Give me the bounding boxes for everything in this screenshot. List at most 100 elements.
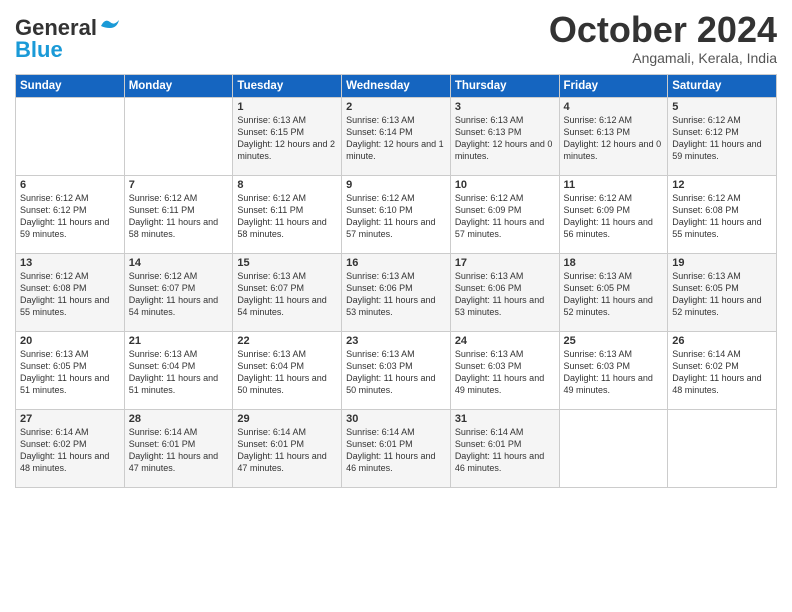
calendar-cell: 3Sunrise: 6:13 AMSunset: 6:13 PMDaylight… bbox=[450, 97, 559, 175]
cell-content: Sunrise: 6:14 AMSunset: 6:01 PMDaylight:… bbox=[346, 426, 446, 475]
cell-content: Sunrise: 6:13 AMSunset: 6:13 PMDaylight:… bbox=[455, 114, 555, 163]
day-number: 6 bbox=[20, 179, 120, 191]
calendar-cell: 26Sunrise: 6:14 AMSunset: 6:02 PMDayligh… bbox=[668, 331, 777, 409]
calendar-cell: 8Sunrise: 6:12 AMSunset: 6:11 PMDaylight… bbox=[233, 175, 342, 253]
header-row: SundayMondayTuesdayWednesdayThursdayFrid… bbox=[16, 74, 777, 97]
cell-content: Sunrise: 6:14 AMSunset: 6:01 PMDaylight:… bbox=[129, 426, 229, 475]
header-day: Sunday bbox=[16, 74, 125, 97]
logo-bird-icon bbox=[99, 18, 121, 34]
cell-content: Sunrise: 6:13 AMSunset: 6:04 PMDaylight:… bbox=[237, 348, 337, 397]
week-row: 27Sunrise: 6:14 AMSunset: 6:02 PMDayligh… bbox=[16, 409, 777, 487]
cell-content: Sunrise: 6:14 AMSunset: 6:01 PMDaylight:… bbox=[237, 426, 337, 475]
day-number: 29 bbox=[237, 413, 337, 425]
day-number: 22 bbox=[237, 335, 337, 347]
cell-content: Sunrise: 6:12 AMSunset: 6:08 PMDaylight:… bbox=[672, 192, 772, 241]
day-number: 4 bbox=[564, 101, 664, 113]
cell-content: Sunrise: 6:12 AMSunset: 6:11 PMDaylight:… bbox=[129, 192, 229, 241]
calendar-cell: 4Sunrise: 6:12 AMSunset: 6:13 PMDaylight… bbox=[559, 97, 668, 175]
day-number: 21 bbox=[129, 335, 229, 347]
day-number: 24 bbox=[455, 335, 555, 347]
header-day: Wednesday bbox=[342, 74, 451, 97]
cell-content: Sunrise: 6:14 AMSunset: 6:02 PMDaylight:… bbox=[672, 348, 772, 397]
header-day: Thursday bbox=[450, 74, 559, 97]
cell-content: Sunrise: 6:13 AMSunset: 6:05 PMDaylight:… bbox=[20, 348, 120, 397]
day-number: 8 bbox=[237, 179, 337, 191]
location: Angamali, Kerala, India bbox=[549, 50, 777, 66]
calendar-cell: 6Sunrise: 6:12 AMSunset: 6:12 PMDaylight… bbox=[16, 175, 125, 253]
cell-content: Sunrise: 6:13 AMSunset: 6:07 PMDaylight:… bbox=[237, 270, 337, 319]
day-number: 10 bbox=[455, 179, 555, 191]
calendar-cell: 24Sunrise: 6:13 AMSunset: 6:03 PMDayligh… bbox=[450, 331, 559, 409]
month-title: October 2024 bbox=[549, 10, 777, 50]
day-number: 17 bbox=[455, 257, 555, 269]
day-number: 27 bbox=[20, 413, 120, 425]
day-number: 9 bbox=[346, 179, 446, 191]
calendar-cell: 11Sunrise: 6:12 AMSunset: 6:09 PMDayligh… bbox=[559, 175, 668, 253]
calendar-table: SundayMondayTuesdayWednesdayThursdayFrid… bbox=[15, 74, 777, 488]
cell-content: Sunrise: 6:12 AMSunset: 6:12 PMDaylight:… bbox=[20, 192, 120, 241]
cell-content: Sunrise: 6:12 AMSunset: 6:07 PMDaylight:… bbox=[129, 270, 229, 319]
week-row: 20Sunrise: 6:13 AMSunset: 6:05 PMDayligh… bbox=[16, 331, 777, 409]
calendar-cell: 7Sunrise: 6:12 AMSunset: 6:11 PMDaylight… bbox=[124, 175, 233, 253]
logo: General Blue bbox=[15, 15, 121, 63]
calendar-cell: 9Sunrise: 6:12 AMSunset: 6:10 PMDaylight… bbox=[342, 175, 451, 253]
cell-content: Sunrise: 6:13 AMSunset: 6:03 PMDaylight:… bbox=[455, 348, 555, 397]
cell-content: Sunrise: 6:13 AMSunset: 6:05 PMDaylight:… bbox=[672, 270, 772, 319]
header: General Blue October 2024 Angamali, Kera… bbox=[15, 10, 777, 66]
day-number: 11 bbox=[564, 179, 664, 191]
calendar-cell: 27Sunrise: 6:14 AMSunset: 6:02 PMDayligh… bbox=[16, 409, 125, 487]
cell-content: Sunrise: 6:13 AMSunset: 6:15 PMDaylight:… bbox=[237, 114, 337, 163]
cell-content: Sunrise: 6:14 AMSunset: 6:02 PMDaylight:… bbox=[20, 426, 120, 475]
cell-content: Sunrise: 6:13 AMSunset: 6:03 PMDaylight:… bbox=[564, 348, 664, 397]
cell-content: Sunrise: 6:12 AMSunset: 6:11 PMDaylight:… bbox=[237, 192, 337, 241]
day-number: 5 bbox=[672, 101, 772, 113]
day-number: 2 bbox=[346, 101, 446, 113]
day-number: 20 bbox=[20, 335, 120, 347]
calendar-cell: 15Sunrise: 6:13 AMSunset: 6:07 PMDayligh… bbox=[233, 253, 342, 331]
header-day: Monday bbox=[124, 74, 233, 97]
day-number: 18 bbox=[564, 257, 664, 269]
calendar-cell: 30Sunrise: 6:14 AMSunset: 6:01 PMDayligh… bbox=[342, 409, 451, 487]
cell-content: Sunrise: 6:13 AMSunset: 6:06 PMDaylight:… bbox=[455, 270, 555, 319]
day-number: 3 bbox=[455, 101, 555, 113]
cell-content: Sunrise: 6:12 AMSunset: 6:13 PMDaylight:… bbox=[564, 114, 664, 163]
day-number: 26 bbox=[672, 335, 772, 347]
cell-content: Sunrise: 6:13 AMSunset: 6:14 PMDaylight:… bbox=[346, 114, 446, 163]
calendar-cell: 23Sunrise: 6:13 AMSunset: 6:03 PMDayligh… bbox=[342, 331, 451, 409]
cell-content: Sunrise: 6:13 AMSunset: 6:04 PMDaylight:… bbox=[129, 348, 229, 397]
cell-content: Sunrise: 6:13 AMSunset: 6:06 PMDaylight:… bbox=[346, 270, 446, 319]
day-number: 12 bbox=[672, 179, 772, 191]
calendar-cell bbox=[668, 409, 777, 487]
calendar-cell: 5Sunrise: 6:12 AMSunset: 6:12 PMDaylight… bbox=[668, 97, 777, 175]
day-number: 30 bbox=[346, 413, 446, 425]
cell-content: Sunrise: 6:12 AMSunset: 6:09 PMDaylight:… bbox=[455, 192, 555, 241]
day-number: 23 bbox=[346, 335, 446, 347]
cell-content: Sunrise: 6:12 AMSunset: 6:10 PMDaylight:… bbox=[346, 192, 446, 241]
header-day: Tuesday bbox=[233, 74, 342, 97]
calendar-cell: 25Sunrise: 6:13 AMSunset: 6:03 PMDayligh… bbox=[559, 331, 668, 409]
day-number: 19 bbox=[672, 257, 772, 269]
cell-content: Sunrise: 6:13 AMSunset: 6:05 PMDaylight:… bbox=[564, 270, 664, 319]
day-number: 7 bbox=[129, 179, 229, 191]
calendar-cell: 14Sunrise: 6:12 AMSunset: 6:07 PMDayligh… bbox=[124, 253, 233, 331]
week-row: 13Sunrise: 6:12 AMSunset: 6:08 PMDayligh… bbox=[16, 253, 777, 331]
page: General Blue October 2024 Angamali, Kera… bbox=[0, 0, 792, 612]
day-number: 25 bbox=[564, 335, 664, 347]
title-block: October 2024 Angamali, Kerala, India bbox=[549, 10, 777, 66]
day-number: 13 bbox=[20, 257, 120, 269]
logo-blue: Blue bbox=[15, 37, 63, 63]
header-day: Friday bbox=[559, 74, 668, 97]
day-number: 1 bbox=[237, 101, 337, 113]
cell-content: Sunrise: 6:12 AMSunset: 6:12 PMDaylight:… bbox=[672, 114, 772, 163]
calendar-cell: 2Sunrise: 6:13 AMSunset: 6:14 PMDaylight… bbox=[342, 97, 451, 175]
cell-content: Sunrise: 6:13 AMSunset: 6:03 PMDaylight:… bbox=[346, 348, 446, 397]
cell-content: Sunrise: 6:12 AMSunset: 6:08 PMDaylight:… bbox=[20, 270, 120, 319]
day-number: 28 bbox=[129, 413, 229, 425]
calendar-cell: 22Sunrise: 6:13 AMSunset: 6:04 PMDayligh… bbox=[233, 331, 342, 409]
calendar-cell: 21Sunrise: 6:13 AMSunset: 6:04 PMDayligh… bbox=[124, 331, 233, 409]
cell-content: Sunrise: 6:12 AMSunset: 6:09 PMDaylight:… bbox=[564, 192, 664, 241]
calendar-cell: 28Sunrise: 6:14 AMSunset: 6:01 PMDayligh… bbox=[124, 409, 233, 487]
day-number: 16 bbox=[346, 257, 446, 269]
calendar-cell bbox=[559, 409, 668, 487]
calendar-cell: 13Sunrise: 6:12 AMSunset: 6:08 PMDayligh… bbox=[16, 253, 125, 331]
